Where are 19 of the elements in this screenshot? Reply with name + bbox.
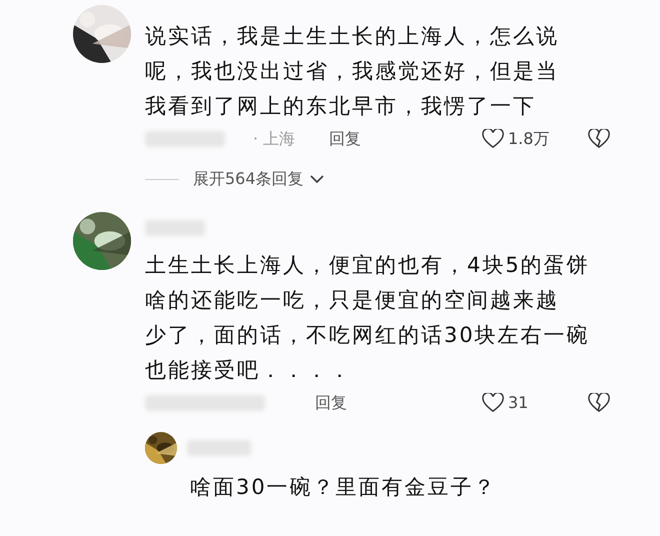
like-count: 31: [508, 392, 528, 414]
comment-text: 少了，面的话，不吃网红的话30块左右一碗: [145, 322, 591, 349]
broken-heart-icon[interactable]: [588, 129, 610, 149]
comment-text: 啥的还能吃一吃，只是便宜的空间越来越: [145, 287, 560, 314]
comment-text: 呢，我也没出过省，我感觉还好，但是当: [145, 58, 560, 85]
comment-text: 土生土长上海人，便宜的也有，4块5的蛋饼: [145, 252, 591, 279]
broken-heart-icon[interactable]: [588, 393, 610, 413]
comment-text: 说实话，我是土生土长的上海人，怎么说: [145, 23, 560, 50]
reply-link[interactable]: 回复: [329, 127, 362, 151]
reply-text: 啥面30一碗？里面有金豆子？: [190, 474, 498, 501]
expand-replies-link[interactable]: 展开564条回复: [193, 167, 304, 191]
reply-link[interactable]: 回复: [315, 391, 347, 415]
location-text: · 上海: [253, 128, 296, 150]
heart-icon[interactable]: [482, 129, 504, 149]
comment-text: 也能接受吧．．．．: [145, 357, 353, 384]
chevron-down-icon[interactable]: [310, 174, 324, 184]
heart-icon[interactable]: [482, 393, 504, 413]
comment-text: 我看到了网上的东北早市，我愣了一下: [145, 93, 537, 120]
like-count: 1.8万: [508, 128, 550, 150]
